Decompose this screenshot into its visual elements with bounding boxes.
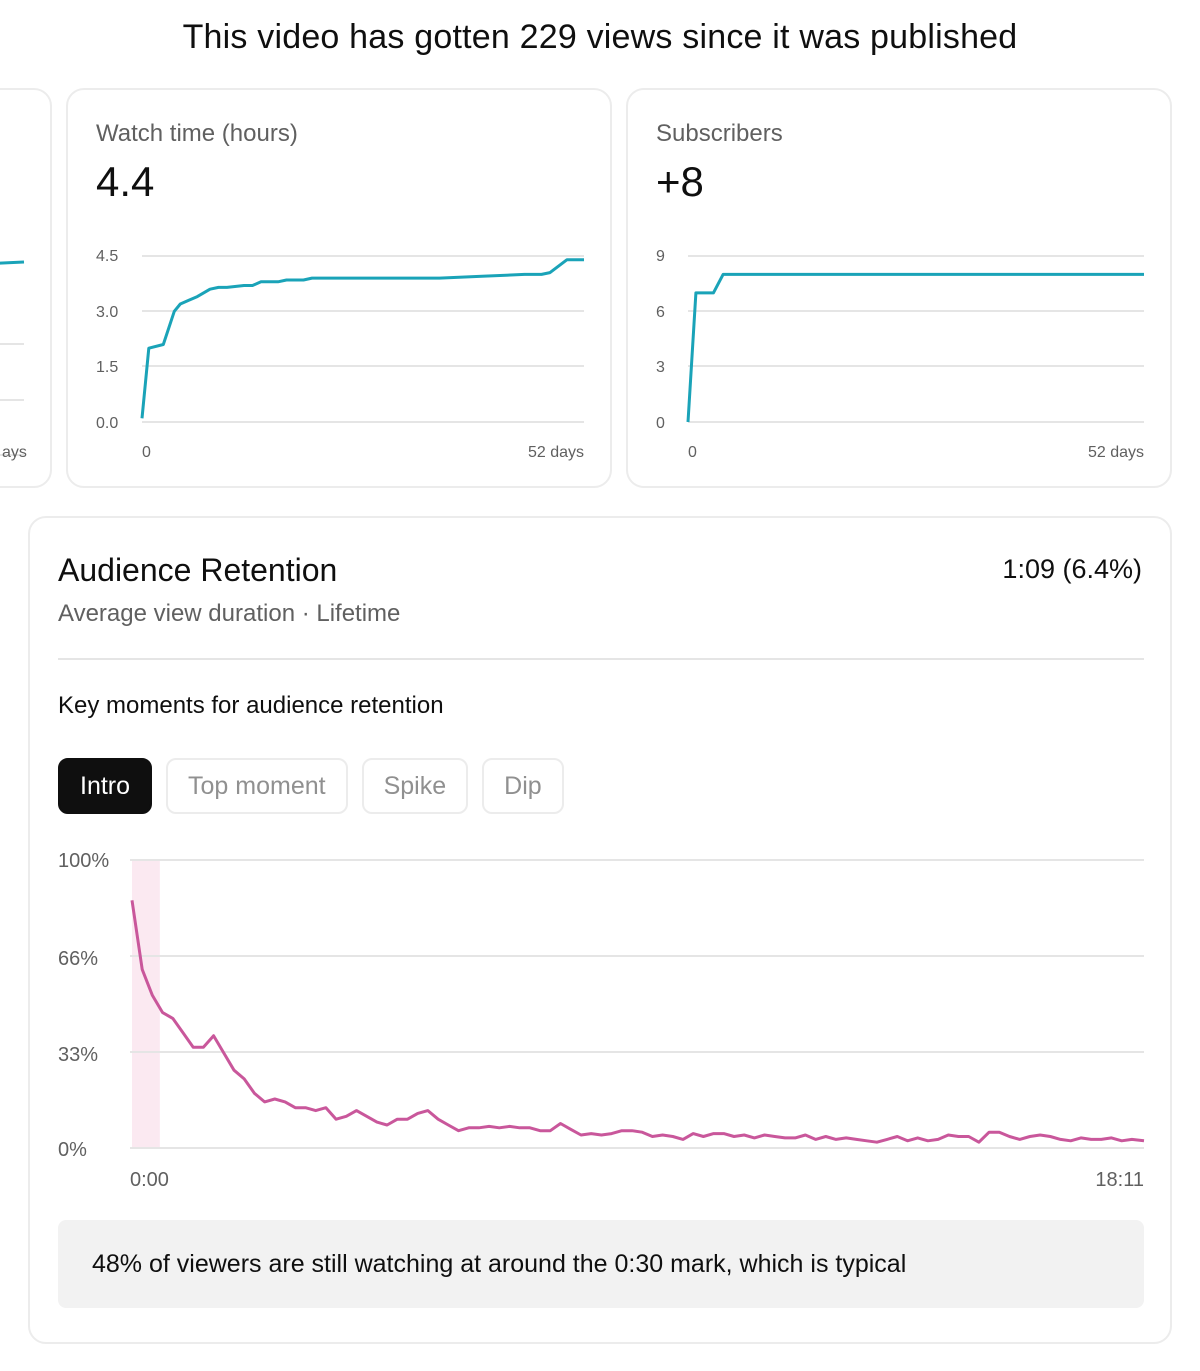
watch-time-card[interactable]: Watch time (hours) 4.4 4.5 3.0 1.5 0.0 0… xyxy=(66,88,612,488)
y-tick-label: 6 xyxy=(656,304,665,321)
y-tick-label: 66% xyxy=(58,948,98,970)
watch-time-chart: 4.5 3.0 1.5 0.0 0 52 days xyxy=(96,248,584,461)
x-start-label: 0 xyxy=(688,444,697,461)
retention-insight: 48% of viewers are still watching at aro… xyxy=(58,1220,1144,1308)
partial-chart: ays xyxy=(0,260,27,461)
y-tick-label: 0 xyxy=(656,415,665,432)
y-tick-label: 1.5 xyxy=(96,359,118,376)
y-tick-label: 0.0 xyxy=(96,415,118,432)
partial-metric-card[interactable]: ays xyxy=(0,88,52,488)
partial-series-line xyxy=(0,260,25,265)
audience-retention-card: 100% 66% 33% 0% 0:00 18:11 Audience Rete… xyxy=(28,516,1172,1344)
x-end-label: 52 days xyxy=(528,444,584,461)
x-start-label: 0:00 xyxy=(130,1169,169,1191)
average-view-duration-value: 1:09 (6.4%) xyxy=(1002,554,1142,584)
chip-intro[interactable]: Intro xyxy=(58,758,153,814)
key-moment-chips: Intro Top moment Spike Dip xyxy=(58,758,564,814)
y-tick-label: 100% xyxy=(58,850,109,872)
y-tick-label: 0% xyxy=(58,1139,87,1161)
y-tick-label: 3.0 xyxy=(96,304,118,321)
retention-title: Audience Retention xyxy=(58,552,338,588)
y-tick-label: 3 xyxy=(656,359,665,376)
divider xyxy=(58,658,1144,660)
chip-dip[interactable]: Dip xyxy=(482,758,564,814)
page-headline: This video has gotten 229 views since it… xyxy=(182,18,1018,56)
y-tick-label: 33% xyxy=(58,1044,98,1066)
subscribers-chart: 9 6 3 0 0 52 days xyxy=(656,248,1144,461)
subscribers-series-line xyxy=(686,272,1144,423)
x-start-label: 0 xyxy=(142,444,151,461)
x-end-label: 52 days xyxy=(1088,444,1144,461)
key-moments-label: Key moments for audience retention xyxy=(58,692,444,719)
x-end-label: 18:11 xyxy=(1095,1169,1144,1191)
watch-time-series-line xyxy=(140,258,584,419)
y-tick-label: 4.5 xyxy=(96,248,118,265)
chip-top-moment[interactable]: Top moment xyxy=(166,758,348,814)
chip-spike[interactable]: Spike xyxy=(361,758,469,814)
y-tick-label: 9 xyxy=(656,248,665,265)
x-end-label: ays xyxy=(2,444,27,461)
intro-highlight xyxy=(132,860,160,1148)
retention-series-line xyxy=(130,900,1145,1144)
subscribers-card[interactable]: Subscribers +8 9 6 3 0 0 52 days xyxy=(626,88,1172,488)
retention-subtitle: Average view duration · Lifetime xyxy=(58,600,401,627)
